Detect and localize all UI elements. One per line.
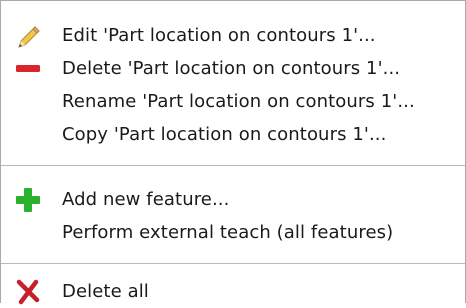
pencil-icon: [18, 26, 40, 48]
menu-item-rename[interactable]: Rename 'Part location on contours 1'...: [1, 86, 465, 118]
menu-item-delete[interactable]: Delete 'Part location on contours 1'...: [1, 53, 465, 85]
minus-icon: [16, 65, 40, 72]
red-x-icon: [16, 279, 40, 305]
menu-item-copy[interactable]: Copy 'Part location on contours 1'...: [1, 119, 465, 151]
menu-separator: [1, 263, 465, 264]
menu-separator: [1, 165, 465, 166]
menu-item-edit[interactable]: Edit 'Part location on contours 1'...: [1, 20, 465, 52]
menu-item-label: Copy 'Part location on contours 1'...: [62, 124, 387, 145]
menu-item-label: Add new feature...: [62, 189, 230, 210]
plus-icon: [16, 188, 40, 212]
menu-item-label: Delete 'Part location on contours 1'...: [62, 58, 401, 79]
menu-item-label: Perform external teach (all features): [62, 222, 394, 243]
menu-item-add-feature[interactable]: Add new feature...: [1, 184, 465, 216]
menu-item-delete-all[interactable]: Delete all: [1, 276, 465, 308]
menu-item-label: Delete all: [62, 281, 149, 302]
menu-item-label: Edit 'Part location on contours 1'...: [62, 25, 376, 46]
menu-item-external-teach[interactable]: Perform external teach (all features): [1, 217, 465, 249]
menu-item-label: Rename 'Part location on contours 1'...: [62, 91, 415, 112]
context-menu: Edit 'Part location on contours 1'... De…: [0, 0, 466, 305]
